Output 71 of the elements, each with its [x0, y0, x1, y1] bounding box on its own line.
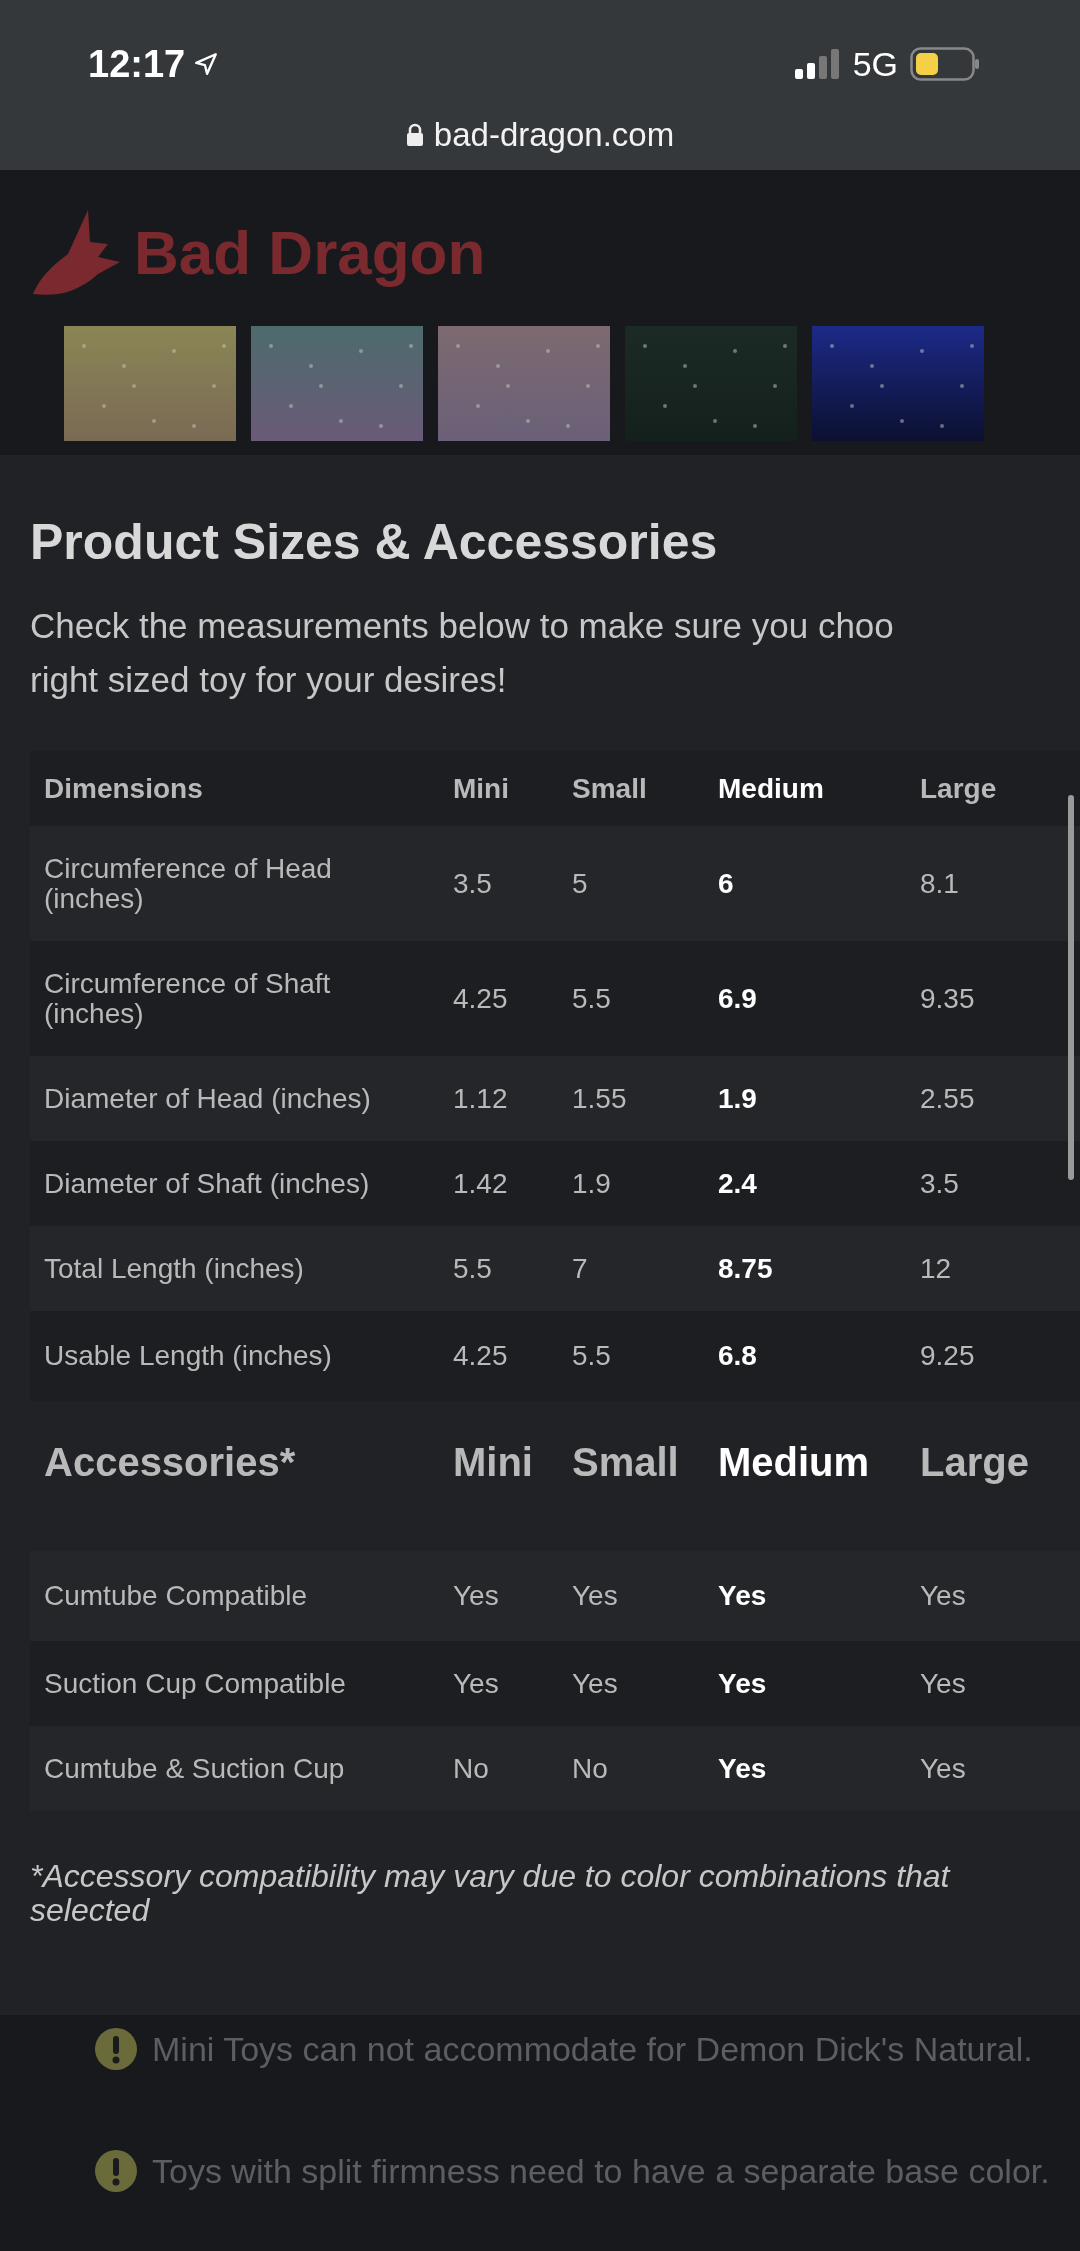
table-cell-text: Yes [571, 1668, 619, 1699]
table-cell-text: 4.25 [452, 1341, 509, 1371]
row-label: Circumference of Head (inches) [43, 854, 333, 913]
column-header: Mini [452, 773, 510, 804]
table-cell-text: 6 [717, 868, 735, 899]
column-header: Small [571, 1439, 680, 1483]
table-cell-text: Yes [919, 1753, 967, 1784]
location-arrow-icon [193, 51, 220, 77]
table-cell-text: 8.1 [919, 868, 960, 899]
table-cell-text: 6.9 [717, 983, 758, 1014]
table-cell-text: 12 [919, 1253, 953, 1284]
column-header: Medium [717, 773, 825, 804]
table-cell-text: 9.25 [919, 1341, 976, 1371]
table-cell-text: 9.35 [919, 983, 976, 1014]
modal-title: Product Sizes & Accessories [30, 513, 719, 571]
notice-text: Mini Toys can not accommodate for Demon Dick's Natural. [152, 2029, 1033, 2069]
warning-icon [94, 2027, 138, 2071]
table-cell-text: 5.5 [571, 1341, 612, 1371]
column-header: Dimensions [43, 773, 204, 804]
table-cell-text: 2.4 [717, 1168, 758, 1199]
table-cell-text: 7 [571, 1253, 589, 1284]
table-cell-text: 3.5 [452, 868, 493, 899]
table-cell-text: 5.5 [571, 983, 612, 1014]
table-cell-text: 8.75 [717, 1253, 774, 1284]
table-cell-text: No [452, 1753, 490, 1784]
network-label: 5G [852, 44, 898, 84]
column-header: Accessories* [43, 1439, 297, 1483]
table-cell-text: 1.9 [571, 1168, 612, 1199]
row-label: Usable Length (inches) [43, 1341, 333, 1371]
url-text[interactable]: bad-dragon.com [433, 116, 675, 154]
column-header: Medium [717, 1439, 871, 1483]
column-header: Mini [452, 1439, 534, 1483]
table-cell-text: Yes [919, 1668, 967, 1699]
table-cell-text: 3.5 [919, 1168, 960, 1199]
lock-icon [405, 123, 424, 147]
table-cell-text: 4.25 [452, 983, 509, 1014]
table-cell-text: 1.9 [717, 1083, 758, 1114]
row-label: Circumference of Shaft (inches) [43, 969, 332, 1028]
table-cell-text: 2.55 [919, 1083, 976, 1114]
row-label: Cumtube Compatible [43, 1581, 309, 1611]
table-cell-text: Yes [717, 1668, 768, 1699]
row-label: Suction Cup Compatible [43, 1668, 347, 1699]
table-cell-text: 1.42 [452, 1168, 509, 1199]
intro-text: Check the measurements below to make sure you choo [30, 605, 895, 647]
row-label: Cumtube & Suction Cup [43, 1753, 346, 1784]
intro-text: right sized toy for your desires! [30, 659, 508, 701]
table-cell-text: No [571, 1753, 609, 1784]
column-header: Large [919, 1439, 1030, 1483]
table-cell-text: Yes [717, 1581, 768, 1611]
row-label: Diameter of Head (inches) [43, 1083, 372, 1114]
row-label: Total Length (inches) [43, 1253, 305, 1284]
column-header: Small [571, 773, 648, 804]
scrollbar[interactable] [1068, 795, 1074, 1180]
footnote: *Accessory compatibility may vary due to color combinations that selected [30, 1859, 952, 1927]
notice-text: Toys with split firmness need to have a separate base color. [152, 2151, 1050, 2191]
table-cell-text: 5.5 [452, 1253, 493, 1284]
table-cell-text: 1.55 [571, 1083, 628, 1114]
table-cell-text: Yes [571, 1581, 619, 1611]
table-cell-text: 1.12 [452, 1083, 509, 1114]
table-cell-text: Yes [919, 1581, 967, 1611]
signal-icon [794, 49, 841, 79]
battery-icon [910, 47, 980, 81]
warning-icon [94, 2149, 138, 2193]
table-cell-text: Yes [717, 1753, 768, 1784]
table-cell-text: 5 [571, 868, 589, 899]
status-time: 12:17 [88, 42, 186, 86]
table-cell-text: Yes [452, 1668, 500, 1699]
table-cell-text: 6.8 [717, 1341, 758, 1371]
row-label: Diameter of Shaft (inches) [43, 1168, 371, 1199]
column-header: Large [919, 773, 998, 804]
table-cell-text: Yes [452, 1581, 500, 1611]
